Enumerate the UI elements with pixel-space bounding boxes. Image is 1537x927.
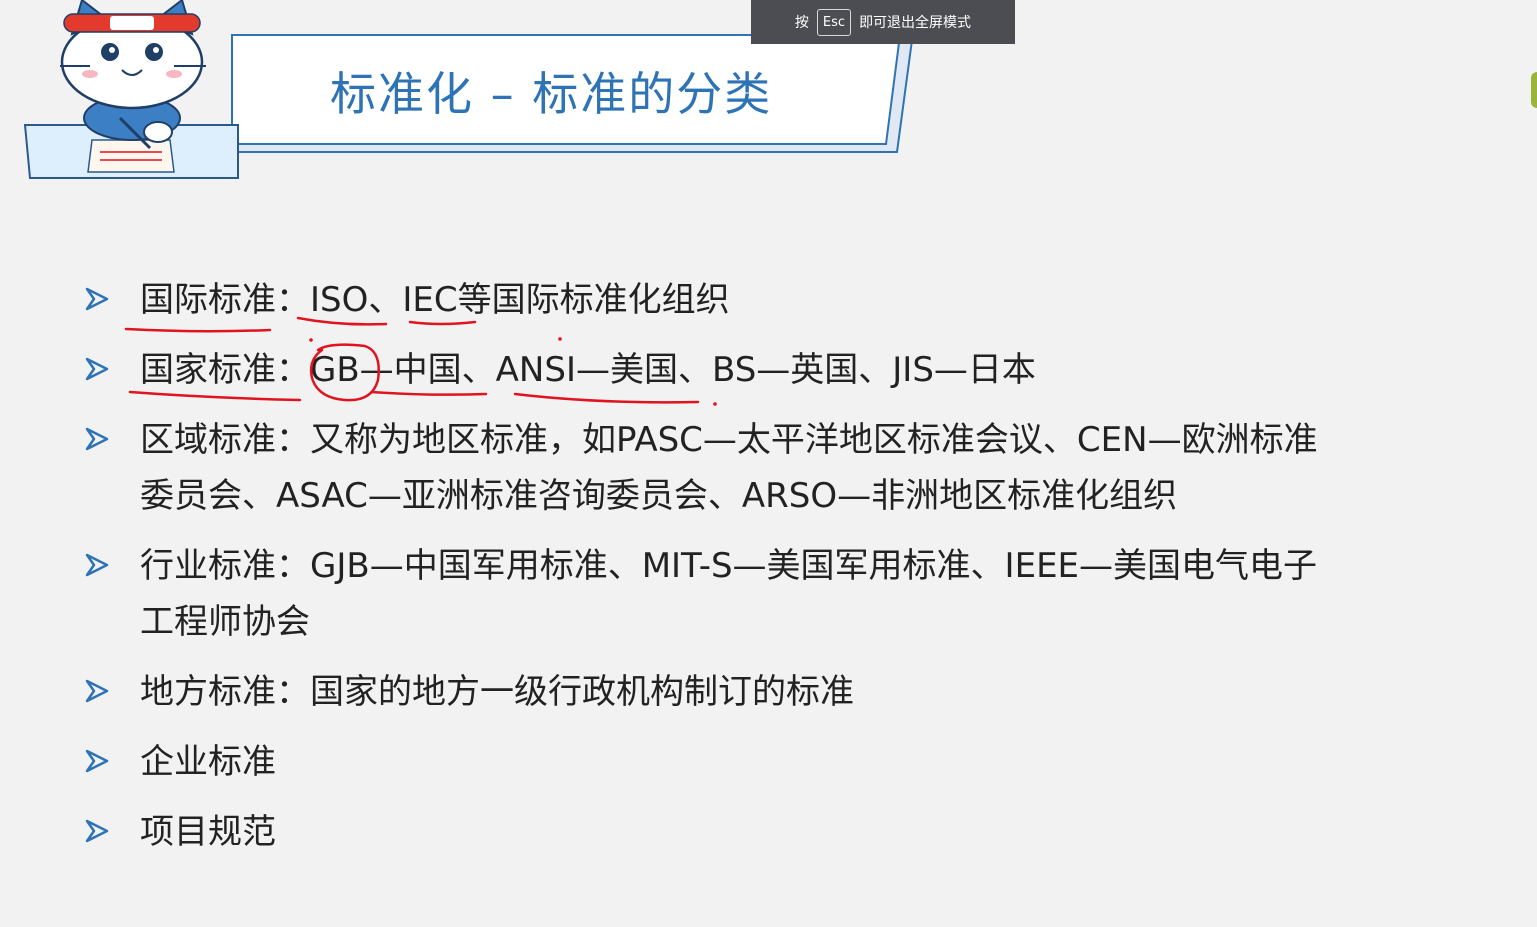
list-item: 行业标准：GJB—中国军用标准、MIT-S—美国军用标准、IEEE—美国电气电子… — [84, 538, 1404, 650]
list-item-text: 地方标准：国家的地方一级行政机构制订的标准 — [140, 672, 854, 712]
arrow-right-icon — [84, 734, 140, 788]
arrow-right-icon — [84, 412, 140, 466]
standards-list: 国际标准：ISO、IEC等国际标准化组织 国家标准：GB—中国、ANSI—美国、… — [84, 272, 1404, 874]
list-item-text: 项目规范 — [140, 812, 276, 852]
arrow-right-icon — [84, 664, 140, 718]
list-item: 区域标准：又称为地区标准，如PASC—太平洋地区标准会议、CEN—欧洲标准 委员… — [84, 412, 1404, 524]
list-item: 国家标准：GB—中国、ANSI—美国、BS—英国、JIS—日本 — [84, 342, 1404, 398]
list-item: 地方标准：国家的地方一级行政机构制订的标准 — [84, 664, 1404, 720]
arrow-right-icon — [84, 804, 140, 858]
list-item-text: 企业标准 — [140, 742, 276, 782]
list-item-text: 国际标准：ISO、IEC等国际标准化组织 — [140, 280, 730, 320]
mascot-cat-icon — [23, 0, 239, 179]
hint-prefix: 按 — [794, 15, 809, 31]
arrow-right-icon — [84, 272, 140, 326]
slide: 标准化 – 标准的分类 按 Esc 即可退出全屏模式 国际标准：ISO、IEC等… — [0, 0, 1537, 927]
list-item-text: 区域标准：又称为地区标准，如PASC—太平洋地区标准会议、CEN—欧洲标准 — [140, 420, 1318, 460]
edge-indicator — [1531, 72, 1537, 108]
fullscreen-exit-hint: 按 Esc 即可退出全屏模式 — [751, 0, 1015, 44]
list-item-text-block: 区域标准：又称为地区标准，如PASC—太平洋地区标准会议、CEN—欧洲标准 委员… — [140, 412, 1318, 524]
arrow-right-icon — [84, 538, 140, 592]
arrow-right-icon — [84, 342, 140, 396]
list-item-text-continued: 工程师协会 — [140, 602, 310, 642]
list-item-text-block: 行业标准：GJB—中国军用标准、MIT-S—美国军用标准、IEEE—美国电气电子… — [140, 538, 1317, 650]
list-item-text: 行业标准：GJB—中国军用标准、MIT-S—美国军用标准、IEEE—美国电气电子 — [140, 546, 1318, 586]
esc-key-badge: Esc — [816, 8, 852, 36]
list-item: 企业标准 — [84, 734, 1404, 790]
list-item-text-continued: 委员会、ASAC—亚洲标准咨询委员会、ARSO—非洲地区标准化组织 — [140, 476, 1178, 516]
list-item: 项目规范 — [84, 804, 1404, 860]
hint-suffix: 即可退出全屏模式 — [859, 15, 972, 31]
list-item-text: 国家标准：GB—中国、ANSI—美国、BS—英国、JIS—日本 — [140, 350, 1036, 390]
list-item: 国际标准：ISO、IEC等国际标准化组织 — [84, 272, 1404, 328]
slide-title: 标准化 – 标准的分类 — [330, 67, 773, 121]
